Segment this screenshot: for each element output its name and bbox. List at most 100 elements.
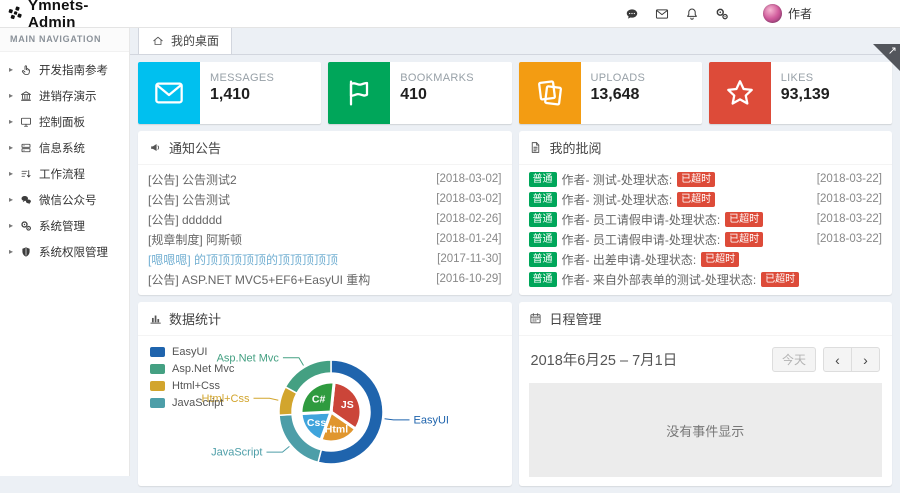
sidebar-item-label: 系统管理: [39, 218, 85, 234]
level-badge: 普通: [529, 252, 557, 267]
status-badge: 已超时: [677, 192, 715, 207]
stat-card-value: 13,648: [591, 86, 646, 104]
notice-date: [2018-03-02]: [436, 193, 501, 205]
reviews-panel-header: 我的批阅: [519, 131, 893, 165]
comments-icon: [19, 194, 33, 206]
status-badge: 已超时: [761, 272, 799, 287]
notice-row: [公告] 公告测试2 [2018-03-02]: [148, 169, 502, 189]
today-button[interactable]: 今天: [772, 347, 816, 372]
comment-icon[interactable]: [625, 7, 639, 21]
stats-title: 数据统计: [169, 309, 221, 328]
sidebar-item-6[interactable]: ▸微信公众号: [0, 187, 129, 213]
cogs-icon[interactable]: [715, 7, 729, 21]
notice-date: [2018-01-24]: [436, 233, 501, 245]
legend-item-asp-net-mvc[interactable]: Asp.Net Mvc: [150, 363, 234, 375]
sidebar-item-1[interactable]: ▸开发指南参考: [0, 57, 129, 83]
top-navbar: Ymnets-Admin 作者: [0, 0, 900, 28]
sidebar-item-label: 进销存演示: [39, 88, 97, 104]
notice-row: [公告] ASP.NET MVC5+EF6+EasyUI 重构[2016-10-…: [148, 269, 502, 289]
sidebar-item-7[interactable]: ▸ 系统管理: [0, 213, 129, 239]
sidebar-heading: MAIN NAVIGATION: [0, 27, 129, 52]
stats-panel-header: 数据统计: [138, 302, 512, 336]
notice-link[interactable]: [公告] ASP.NET MVC5+EF6+EasyUI 重构: [148, 271, 370, 288]
sidebar-item-label: 工作流程: [39, 166, 85, 182]
status-badge: 已超时: [677, 172, 715, 187]
label-line: [283, 358, 304, 366]
review-link[interactable]: 普通作者- 来自外部表单的测试-处理状态:已超时: [529, 271, 800, 288]
notice-link[interactable]: [公告] dddddd: [148, 211, 222, 228]
legend-item-javascript[interactable]: JavaScript: [150, 397, 234, 409]
tab-strip: 我的桌面: [130, 27, 900, 55]
caret-right-icon: ▸: [9, 248, 13, 256]
user-menu[interactable]: 作者: [763, 4, 812, 23]
review-link[interactable]: 普通作者- 员工请假申请-处理状态:已超时: [529, 211, 764, 228]
review-link[interactable]: 普通作者- 员工请假申请-处理状态:已超时: [529, 231, 764, 248]
notice-date: [2017-11-30]: [437, 253, 501, 265]
review-text: 作者- 员工请假申请-处理状态:: [562, 211, 721, 228]
notice-date: [2018-03-02]: [436, 173, 501, 185]
sidebar: MAIN NAVIGATION ▸开发指南参考▸进销存演示▸控制面板▸信息系统▸…: [0, 27, 130, 476]
notice-link[interactable]: [公告] 公告测试2: [148, 171, 237, 188]
sidebar-item-2[interactable]: ▸进销存演示: [0, 83, 129, 109]
stat-card-value: 410: [400, 86, 474, 104]
stat-cards-row: MESSAGES1,410BOOKMARKS410UPLOADS13,648LI…: [138, 62, 892, 124]
prev-button[interactable]: ‹: [824, 348, 851, 371]
reviews-title: 我的批阅: [550, 138, 602, 157]
notice-row: [规章制度] 阿斯顿 [2018-01-24]: [148, 229, 502, 249]
review-date: [2018-03-22]: [817, 193, 882, 205]
next-button[interactable]: ›: [851, 348, 879, 371]
stat-card-likes: LIKES93,139: [709, 62, 892, 124]
sidebar-item-label: 控制面板: [39, 114, 85, 130]
legend-item-easyui[interactable]: EasyUI: [150, 346, 234, 358]
sidebar-item-3[interactable]: ▸控制面板: [0, 109, 129, 135]
sidebar-item-label: 开发指南参考: [39, 62, 108, 78]
legend-label: Asp.Net Mvc: [172, 363, 234, 375]
review-link[interactable]: 普通作者- 出差申请-处理状态:已超时: [529, 251, 740, 268]
review-date: [2018-03-22]: [817, 173, 882, 185]
notice-link[interactable]: [嗯嗯嗯] 的顶顶顶顶顶的顶顶顶顶顶: [148, 251, 338, 268]
legend-label: Html+Css: [172, 380, 220, 392]
reviews-panel: 我的批阅 普通作者- 测试-处理状态:已超时[2018-03-22]普通作者- …: [519, 131, 893, 295]
content-area: 我的桌面 MESSAGES1,410BOOKMARKS410UPLOADS13,…: [130, 27, 900, 476]
review-text: 作者- 测试-处理状态:: [562, 171, 673, 188]
bullhorn-icon: [148, 141, 162, 154]
tab-label: 我的桌面: [171, 32, 219, 49]
notice-row: [公告] 公告测试 [2018-03-02]: [148, 189, 502, 209]
caret-right-icon: ▸: [9, 222, 13, 230]
notice-link[interactable]: [规章制度] 阿斯顿: [148, 231, 242, 248]
review-link[interactable]: 普通作者- 测试-处理状态:已超时: [529, 171, 716, 188]
tab-my-desktop[interactable]: 我的桌面: [138, 26, 232, 54]
review-link[interactable]: 普通作者- 测试-处理状态:已超时: [529, 191, 716, 208]
legend-swatch: [150, 398, 165, 408]
flag-icon: [328, 62, 390, 124]
legend-swatch: [150, 381, 165, 391]
sidebar-item-8[interactable]: ▸系统权限管理: [0, 239, 129, 265]
cogs-icon: [19, 220, 33, 232]
no-events-text: 没有事件显示: [666, 421, 744, 440]
stat-card-value: 1,410: [210, 86, 274, 104]
sidebar-menu: ▸开发指南参考▸进销存演示▸控制面板▸信息系统▸工作流程▸微信公众号▸系统管理▸…: [0, 52, 129, 270]
inner-slice-label: C#: [312, 393, 326, 405]
review-row: 普通作者- 员工请假申请-处理状态:已超时[2018-03-22]: [529, 209, 883, 229]
stat-card-label: BOOKMARKS: [400, 72, 474, 84]
stat-card-body: LIKES93,139: [771, 62, 840, 124]
brand-logo[interactable]: Ymnets-Admin: [0, 0, 130, 31]
envelope-icon[interactable]: [655, 7, 669, 21]
stats-panel: 数据统计 EasyUI Asp.Net Mvc Html+Css JavaScript…: [138, 302, 512, 486]
inner-slice-label: JS: [341, 399, 354, 411]
main-area: MESSAGES1,410BOOKMARKS410UPLOADS13,648LI…: [130, 55, 900, 493]
sidebar-item-5[interactable]: ▸ 工作流程: [0, 161, 129, 187]
stat-card-bookmarks: BOOKMARKS 410: [328, 62, 511, 124]
sidebar-item-4[interactable]: ▸信息系统: [0, 135, 129, 161]
shield-icon: [19, 246, 33, 258]
stat-card-body: BOOKMARKS 410: [390, 62, 484, 124]
user-name: 作者: [788, 5, 812, 22]
notice-row: [公告] dddddd[2018-02-26]: [148, 209, 502, 229]
legend-item-html-css[interactable]: Html+Css: [150, 380, 234, 392]
brand-logo-icon: [8, 6, 23, 21]
notice-link[interactable]: [公告] 公告测试: [148, 191, 230, 208]
stat-card-label: MESSAGES: [210, 72, 274, 84]
bell-icon[interactable]: [685, 7, 699, 21]
label-line: [266, 446, 289, 452]
caret-right-icon: ▸: [9, 170, 13, 178]
